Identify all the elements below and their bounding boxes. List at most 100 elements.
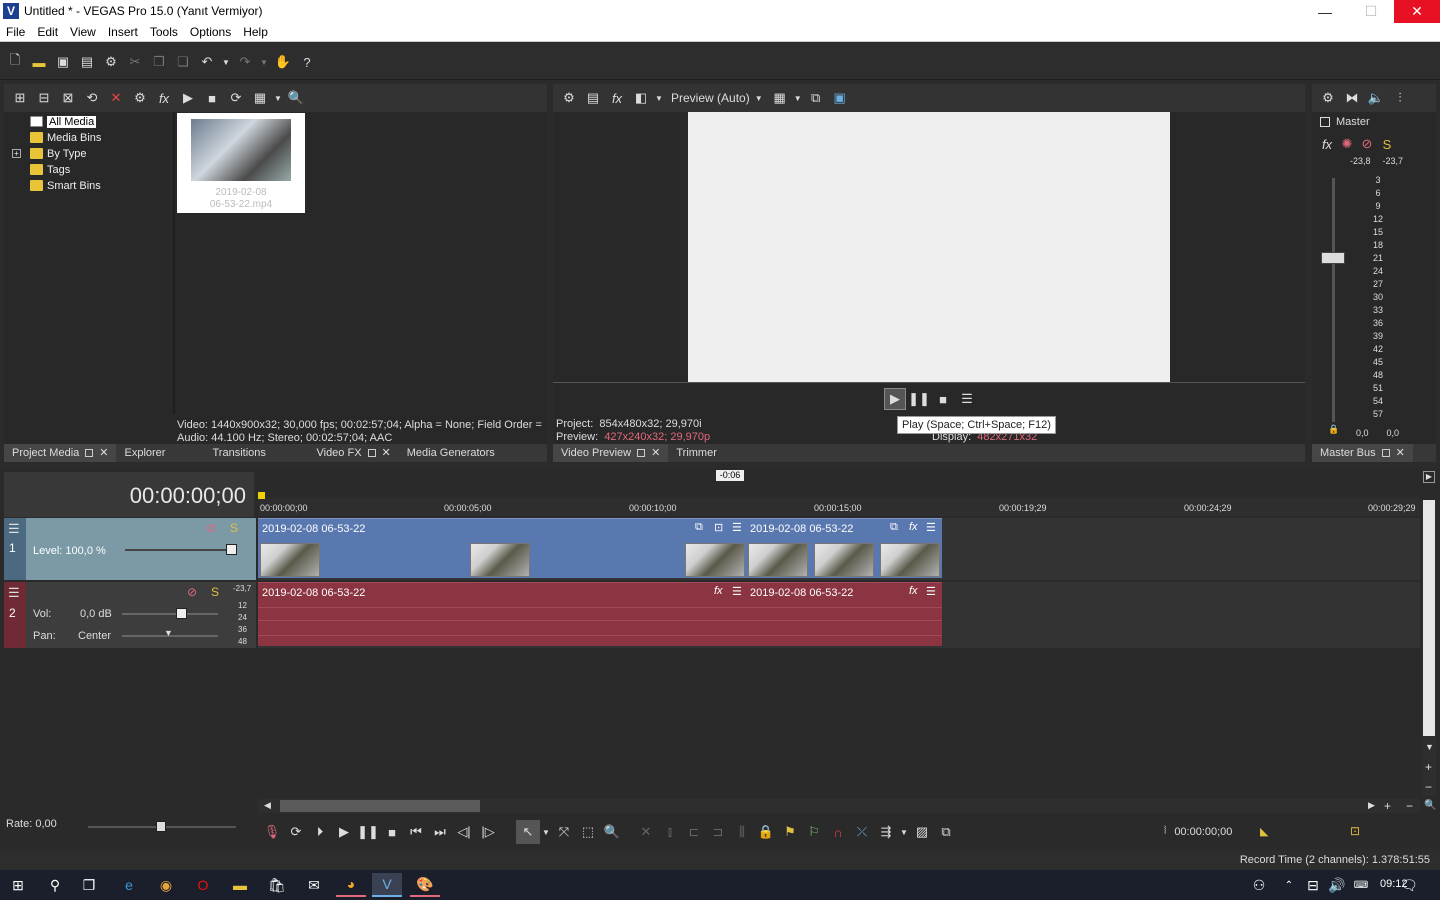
menu-file[interactable]: File: [0, 23, 31, 39]
scroll-down-icon[interactable]: ▼: [1425, 742, 1434, 752]
overlays-grid-icon[interactable]: ▦: [768, 87, 792, 109]
clip-fx-icon[interactable]: fx: [714, 585, 723, 597]
search-media-icon[interactable]: 🔍: [284, 87, 308, 109]
edit-tool-dropdown-icon[interactable]: ▼: [540, 820, 552, 844]
pause-icon[interactable]: ❚❚: [908, 388, 930, 410]
store-icon[interactable]: 🛍: [262, 873, 292, 897]
video-output-fx-icon[interactable]: fx: [605, 87, 629, 109]
ripple-edit-icon[interactable]: ⇶: [874, 820, 898, 844]
level-slider[interactable]: [125, 549, 235, 551]
solo-icon[interactable]: S: [1378, 136, 1396, 152]
zoom-edit-tool-icon[interactable]: 🔍: [600, 820, 624, 844]
tab-video-fx[interactable]: Video FX ✕: [308, 444, 398, 462]
start-icon[interactable]: ⊞: [3, 873, 33, 897]
vertical-scrollbar-thumb[interactable]: [1423, 500, 1435, 736]
notification-icon[interactable]: 🗨: [1394, 873, 1424, 897]
tab-project-media[interactable]: Project Media ✕: [4, 444, 117, 462]
track-solo-icon[interactable]: S: [230, 521, 238, 535]
playhead-flag[interactable]: [258, 492, 265, 499]
zoom-in-horizontal-icon[interactable]: +: [1384, 799, 1391, 813]
tree-item-tags[interactable]: Tags: [4, 162, 172, 178]
redo-dropdown-icon[interactable]: ▼: [258, 51, 270, 73]
play-from-start-icon[interactable]: ⏵: [308, 820, 332, 844]
play-icon[interactable]: ▶: [332, 820, 356, 844]
copy-icon[interactable]: ❐: [148, 51, 170, 73]
zoom-in-vertical-icon[interactable]: +: [1425, 760, 1432, 774]
master-fader-handle[interactable]: [1321, 252, 1345, 264]
media-fx-icon[interactable]: fx: [152, 87, 176, 109]
file-explorer-icon[interactable]: ▬: [225, 873, 255, 897]
zoom-out-horizontal-icon[interactable]: −: [1406, 799, 1413, 813]
save-icon[interactable]: ▣: [52, 51, 74, 73]
vegas-taskbar-icon[interactable]: V: [372, 873, 402, 897]
rate-slider-handle[interactable]: [156, 821, 166, 832]
views-dropdown-icon[interactable]: ▼: [272, 87, 284, 109]
redo-icon[interactable]: ↷: [234, 51, 256, 73]
auto-preview-icon[interactable]: ⟳: [224, 87, 248, 109]
loop-playback-icon[interactable]: ⟳: [284, 820, 308, 844]
new-file-icon[interactable]: 🗋: [4, 51, 26, 73]
track-menu-icon[interactable]: ☰: [8, 585, 20, 601]
tab-explorer[interactable]: Explorer: [116, 444, 204, 462]
tab-media-generators[interactable]: Media Generators: [399, 444, 503, 462]
split-screen-icon[interactable]: ◧: [629, 87, 653, 109]
clip-menu-icon[interactable]: ☰: [926, 585, 936, 598]
go-to-start-icon[interactable]: ⏮: [404, 820, 428, 844]
ignore-grouping-icon[interactable]: ⧉: [934, 820, 958, 844]
menu-edit[interactable]: Edit: [31, 23, 64, 39]
mail-icon[interactable]: ✉: [299, 873, 329, 897]
trim-start-icon[interactable]: ⊏: [682, 820, 706, 844]
dim-output-icon[interactable]: 🔈: [1364, 87, 1388, 109]
marker-bar-icon[interactable]: ▶: [1423, 471, 1435, 483]
media-thumbnail[interactable]: 2019-02-08 06-53-22.mp4: [177, 113, 305, 213]
media-properties-icon[interactable]: ⚙: [128, 87, 152, 109]
selection-start-icon[interactable]: ◣: [1260, 825, 1268, 838]
lock-events-icon[interactable]: 🔒: [754, 820, 778, 844]
pause-icon[interactable]: ❚❚: [356, 820, 380, 844]
clip-menu-icon[interactable]: ☰: [926, 521, 936, 534]
envelope-tool-icon[interactable]: ⤧: [552, 820, 576, 844]
clip-pan-crop-icon[interactable]: ⧉: [695, 521, 703, 534]
split-dropdown-icon[interactable]: ▼: [653, 87, 665, 109]
maximize-button[interactable]: ☐: [1348, 0, 1394, 23]
minimize-button[interactable]: —: [1302, 0, 1348, 23]
menu-options[interactable]: Options: [184, 23, 237, 39]
master-fader-track[interactable]: [1332, 178, 1335, 422]
clip-pan-crop-icon[interactable]: ⧉: [890, 521, 898, 534]
vol-slider-handle[interactable]: [176, 608, 187, 619]
go-to-end-icon[interactable]: ⏭: [428, 820, 452, 844]
firefox-icon[interactable]: ◕: [336, 873, 366, 897]
insert-marker-icon[interactable]: ⚑: [778, 820, 802, 844]
capture-video-icon[interactable]: ⊟: [32, 87, 56, 109]
tab-video-preview[interactable]: Video Preview ✕: [553, 444, 669, 462]
lock-icon[interactable]: 🔒: [1328, 424, 1339, 435]
record-icon[interactable]: 🎙: [260, 820, 284, 844]
master-checkbox[interactable]: [1320, 117, 1330, 127]
track-mute-icon[interactable]: ⊘: [206, 521, 216, 535]
tree-splitter[interactable]: [173, 112, 175, 414]
get-media-web-icon[interactable]: ⊠: [56, 87, 80, 109]
tree-item-all-media[interactable]: All Media: [4, 114, 172, 130]
clip-fx-icon[interactable]: fx: [909, 521, 918, 533]
menu-tools[interactable]: Tools: [144, 23, 184, 39]
scroll-left-icon[interactable]: ◀: [264, 800, 271, 811]
audio-clip[interactable]: 2019-02-08 06-53-22 fx ☰: [746, 582, 942, 646]
video-clip[interactable]: 2019-02-08 06-53-22 ⧉ ⊡ ☰: [258, 518, 746, 578]
paste-icon[interactable]: ❏: [172, 51, 194, 73]
mute-icon[interactable]: ⊘: [1358, 136, 1376, 152]
menu-insert[interactable]: Insert: [102, 23, 144, 39]
horizontal-scrollbar-thumb[interactable]: [280, 800, 480, 812]
video-clip[interactable]: 2019-02-08 06-53-22 ⧉ fx ☰: [746, 518, 942, 578]
snapping-icon[interactable]: ∩: [826, 820, 850, 844]
replace-icon[interactable]: ⟲: [80, 87, 104, 109]
mixer-icon[interactable]: ⫶: [1388, 87, 1412, 109]
stop-preview-icon[interactable]: ■: [200, 87, 224, 109]
tree-item-by-type[interactable]: + By Type: [4, 146, 172, 162]
undo-icon[interactable]: ↶: [196, 51, 218, 73]
next-frame-icon[interactable]: |▷: [476, 820, 500, 844]
cut-icon[interactable]: ✂: [124, 51, 146, 73]
save-snapshot-icon[interactable]: ▣: [828, 87, 852, 109]
start-preview-icon[interactable]: ▶: [176, 87, 200, 109]
views-icon[interactable]: ▦: [248, 87, 272, 109]
level-slider-handle[interactable]: [226, 544, 237, 555]
